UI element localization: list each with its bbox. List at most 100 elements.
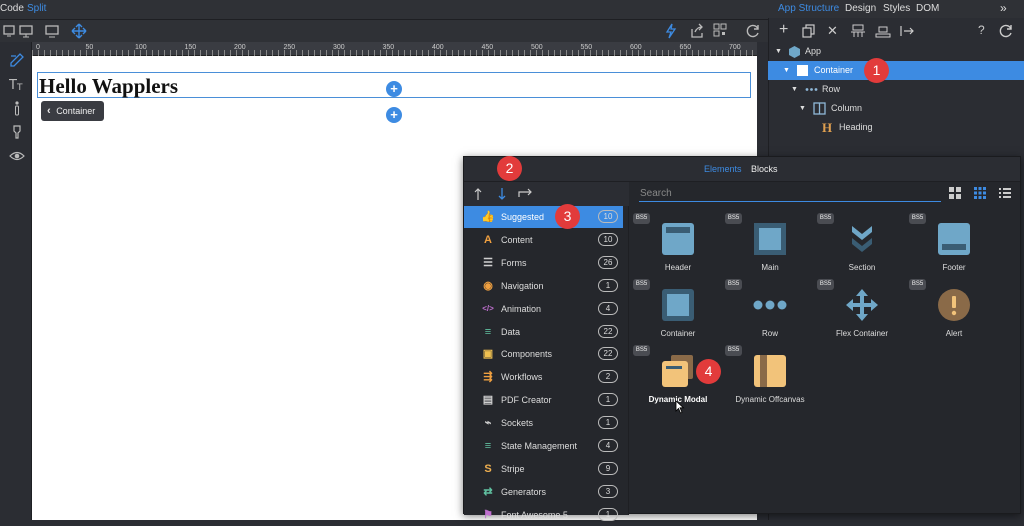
mouse-cursor-icon [675,400,685,414]
text-icon[interactable]: TT [9,76,25,92]
element-container[interactable]: BS5 Container [633,279,723,341]
category-forms[interactable]: ☰ Forms 26 [464,252,623,274]
tab-dom[interactable]: DOM [916,3,939,14]
square-icon [797,65,808,76]
category-font-awesome-5[interactable]: ⚑ Font Awesome 51 [464,504,623,526]
ruler-tick-label: 250 [283,44,296,51]
insert-before-icon[interactable] [473,187,483,201]
h-icon: H [822,120,833,135]
category-label: Sockets [501,418,534,429]
category-state-management[interactable]: ≡ State Management 4 [464,435,623,457]
element-label: Main [761,263,779,272]
letter-a-icon: A [484,233,492,246]
tab-elements[interactable]: Elements [704,164,742,174]
element-row[interactable]: BS5 Row [725,279,815,341]
search-input[interactable]: Search [639,185,941,202]
eye-icon[interactable] [9,148,25,164]
tree-node-app[interactable]: ▼ App [768,42,1024,61]
tree-node-container[interactable]: ▼ Container [768,61,1024,80]
info-icon[interactable] [9,100,25,116]
tree-node-column[interactable]: ▼ Column [768,99,1024,118]
column-icon [813,102,826,115]
brush-icon[interactable] [9,124,25,140]
category-data[interactable]: ≡ Data 22 [464,321,623,343]
database-icon: ≡ [484,440,492,452]
element-section[interactable]: BS5 Section [817,213,907,275]
refresh-icon[interactable] [745,23,761,39]
move-arrows-icon[interactable] [71,23,87,39]
form-icon: ☰ [483,256,493,269]
tab-styles[interactable]: Styles [883,3,910,14]
element-dynamic-offcanvas[interactable]: BS5 Dynamic Offcanvas [725,345,815,407]
section-icon [845,222,879,256]
insert-after-icon[interactable] [497,187,507,201]
category-sockets[interactable]: ⌁ Sockets 1 [464,412,623,434]
category-label: PDF Creator [501,395,552,406]
tab-blocks[interactable]: Blocks [751,164,778,174]
small-grid-icon[interactable] [973,186,987,200]
add-element-button-bottom[interactable]: + [386,107,402,123]
ruler-tick-label: 50 [85,44,94,51]
insert-inside-icon[interactable] [518,188,534,200]
desktop-view-icon[interactable] [19,24,33,38]
large-grid-icon[interactable] [948,186,962,200]
ruler-tick-label: 150 [184,44,197,51]
editor-toolbar [0,20,768,42]
list-view-icon[interactable] [998,186,1012,200]
qr-code-icon[interactable] [713,23,727,37]
monitor-icon[interactable] [45,24,59,38]
delete-icon[interactable]: ✕ [827,23,838,39]
element-main[interactable]: BS5 Main [725,213,815,275]
bs5-badge: BS5 [725,279,742,290]
compass-icon: ◉ [483,279,493,292]
element-alert[interactable]: BS5 Alert [909,279,999,341]
element-header[interactable]: BS5 Header [633,213,723,275]
edit-icon[interactable] [9,52,25,68]
tab-split[interactable]: Split [27,3,46,14]
stripe-icon: S [484,462,492,475]
bs5-badge: BS5 [909,213,926,224]
category-pdf-creator[interactable]: ▤ PDF Creator 1 [464,389,623,411]
element-label: Header [664,263,692,272]
category-navigation[interactable]: ◉ Navigation 1 [464,275,623,297]
category-workflows[interactable]: ⇶ Workflows 2 [464,366,623,388]
share-icon[interactable] [689,23,705,39]
refresh-tree-icon[interactable] [998,23,1014,39]
element-footer[interactable]: BS5 Footer [909,213,999,275]
category-generators[interactable]: ⇄ Generators 3 [464,481,623,503]
panel-tabs: Elements Blocks [464,157,1020,182]
category-suggested[interactable]: 👍 Suggested 10 [464,206,623,228]
view-mode-buttons [948,186,1016,200]
caret-down-icon: ▼ [783,67,790,74]
editor-topbar: Code Split [0,0,768,20]
tree-node-heading[interactable]: H Heading [768,118,1024,137]
add-element-button-top[interactable]: + [386,81,402,97]
tab-code[interactable]: Code [0,3,24,14]
element-label: Dynamic Offcanvas [735,395,805,404]
category-count-badge: 1 [598,278,618,292]
tree-node-row[interactable]: ▼ Row [768,80,1024,99]
mobile-view-icon[interactable] [2,24,16,38]
container-icon [661,288,695,322]
category-content[interactable]: A Content 10 [464,229,623,251]
element-flex-container[interactable]: BS5 Flex Container [817,279,907,341]
category-stripe[interactable]: S Stripe 9 [464,458,623,480]
move-right-icon[interactable] [899,24,915,38]
layout-icon[interactable] [850,24,866,38]
add-icon[interactable]: + [779,21,788,39]
container-breadcrumb-badge[interactable]: ‹ Container [41,101,104,121]
bs5-badge: BS5 [817,213,834,224]
tab-design[interactable]: Design [845,3,876,14]
bs5-badge: BS5 [817,279,834,290]
help-icon[interactable]: ? [978,23,985,37]
box-icon: ▣ [482,348,494,361]
more-chevron-icon[interactable]: » [1000,1,1007,15]
code-icon: </> [482,303,494,313]
category-count-badge: 26 [598,255,618,269]
wrap-icon[interactable] [875,24,891,38]
tab-app-structure[interactable]: App Structure [778,3,839,14]
category-components[interactable]: ▣ Components 22 [464,343,623,365]
lightning-icon[interactable] [665,23,677,39]
copy-icon[interactable] [802,24,816,38]
category-animation[interactable]: </> Animation 4 [464,298,623,320]
